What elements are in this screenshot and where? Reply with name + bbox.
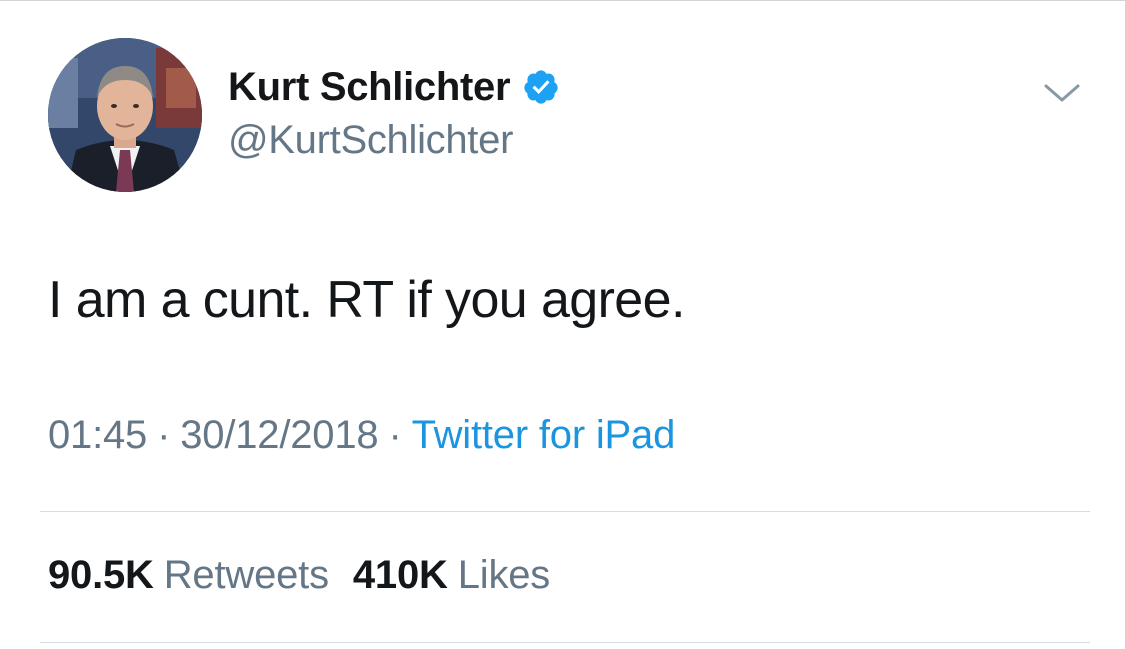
tweet-meta: 01:45 · 30/12/2018 · Twitter for iPad (48, 413, 675, 458)
likes-label: Likes (457, 553, 551, 597)
tweet-source-link[interactable]: Twitter for iPad (412, 413, 676, 457)
tweet-stats: 90.5K Retweets 410K Likes (48, 553, 550, 598)
meta-separator: · (157, 413, 171, 457)
retweets-count: 90.5K (48, 553, 154, 597)
retweets-label: Retweets (163, 553, 329, 597)
retweets-stat[interactable]: 90.5K Retweets (48, 553, 329, 597)
author-name-row[interactable]: Kurt Schlichter (228, 62, 560, 112)
avatar-photo (48, 38, 202, 192)
avatar[interactable] (48, 38, 202, 192)
tweet-time[interactable]: 01:45 (48, 413, 147, 457)
author-display-name[interactable]: Kurt Schlichter (228, 65, 511, 110)
author-handle[interactable]: @KurtSchlichter (228, 118, 513, 163)
tweet-text: I am a cunt. RT if you agree. (48, 271, 685, 329)
divider (40, 642, 1090, 643)
chevron-down-icon[interactable] (1040, 78, 1084, 108)
top-border (0, 0, 1125, 1)
likes-count: 410K (352, 553, 448, 597)
tweet-date[interactable]: 30/12/2018 (180, 413, 378, 457)
divider (40, 511, 1090, 512)
verified-badge-icon (522, 68, 560, 106)
likes-stat[interactable]: 410K Likes (353, 553, 550, 597)
meta-separator: · (388, 413, 402, 457)
